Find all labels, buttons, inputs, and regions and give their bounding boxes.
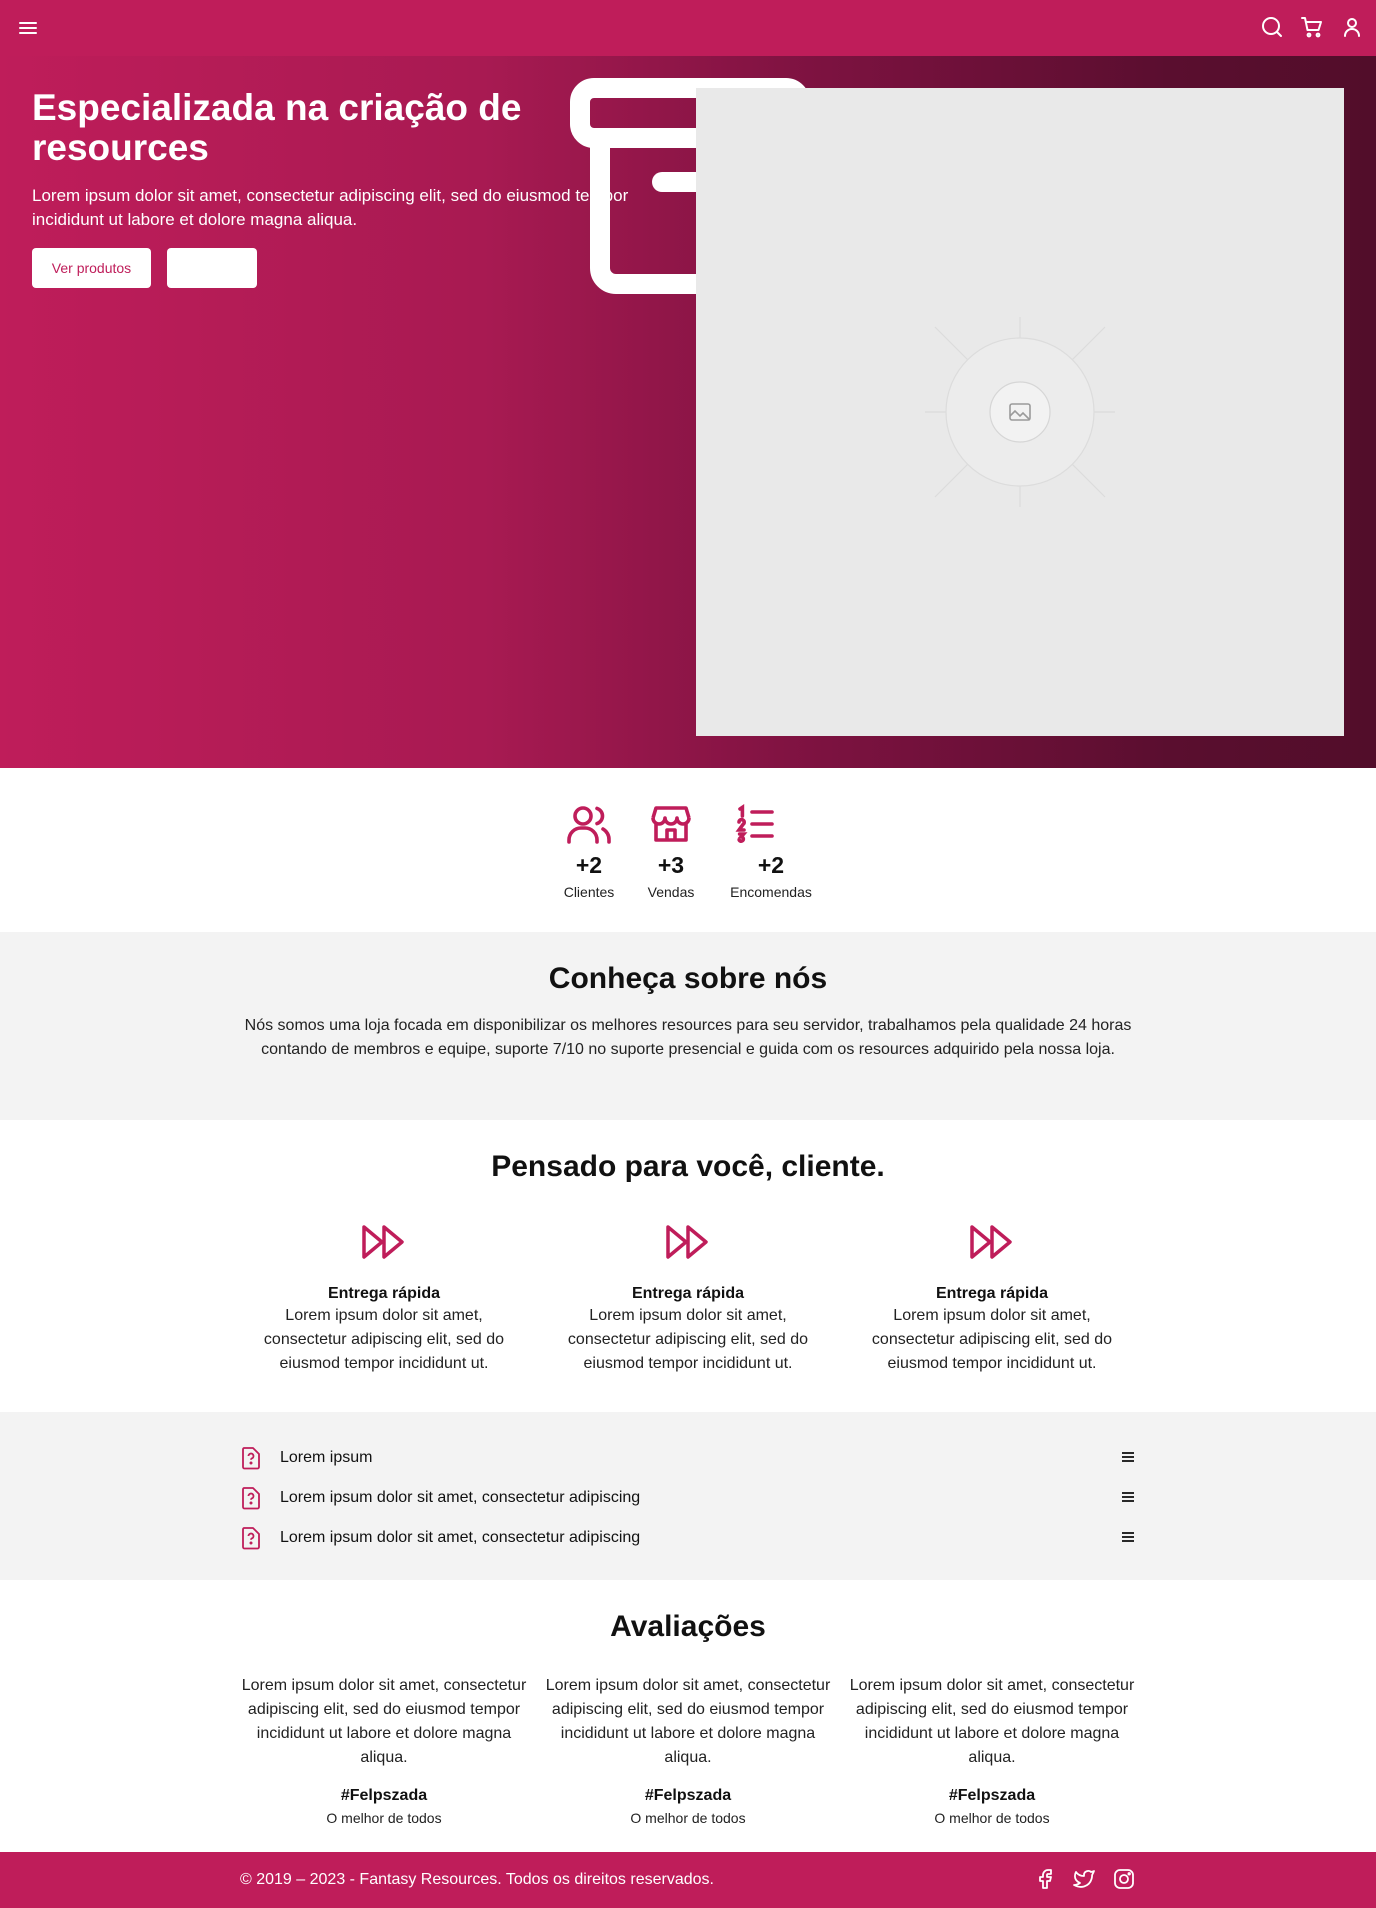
review-tagline: O melhor de todos: [326, 1810, 442, 1826]
feature-text: Lorem ipsum dolor sit amet, consectetur …: [263, 1307, 505, 1372]
review-card: Lorem ipsum dolor sit amet, consectetur …: [847, 1674, 1137, 1828]
menu-lines-icon[interactable]: [1120, 1448, 1136, 1466]
feature-text: Lorem ipsum dolor sit amet, consectetur …: [567, 1307, 809, 1372]
file-question-icon: [240, 1446, 262, 1470]
stat-value: +2: [575, 852, 603, 878]
features-section: Pensado para você, cliente. Entrega rápi…: [0, 1120, 1376, 1412]
stat-encomendas: +2 Encomendas: [722, 800, 820, 900]
facebook-icon[interactable]: [1032, 1866, 1056, 1892]
menu-lines-icon[interactable]: [1120, 1528, 1136, 1546]
feature-card: Entrega rápida Lorem ipsum dolor sit ame…: [548, 1222, 828, 1376]
twitter-icon[interactable]: [1072, 1866, 1096, 1892]
ordered-list-icon: [732, 800, 780, 848]
faq-item[interactable]: Lorem ipsum dolor sit amet, consectetur …: [240, 1482, 1136, 1512]
about-section: Conheça sobre nós Nós somos uma loja foc…: [0, 932, 1376, 1120]
review-author: #Felpszada: [644, 1787, 732, 1804]
reviews-section: Avaliações Lorem ipsum dolor sit amet, c…: [0, 1580, 1376, 1852]
feature-card: Entrega rápida Lorem ipsum dolor sit ame…: [244, 1222, 524, 1376]
faq-item[interactable]: Lorem ipsum: [240, 1442, 1136, 1472]
about-text: Nós somos uma loja focada em disponibili…: [244, 1017, 1132, 1058]
file-question-icon: [240, 1526, 262, 1550]
search-icon[interactable]: [1260, 14, 1284, 40]
stat-value: +3: [657, 852, 685, 878]
review-text: Lorem ipsum dolor sit amet, consectetur …: [545, 1677, 831, 1766]
cart-icon[interactable]: [1300, 14, 1324, 40]
stat-vendas: +3 Vendas: [639, 800, 703, 900]
footer: © 2019 – 2023 - Fantasy Resources. Todos…: [0, 1852, 1376, 1908]
copyright-text: © 2019 – 2023 - Fantasy Resources. Todos…: [240, 1871, 714, 1888]
feature-card: Entrega rápida Lorem ipsum dolor sit ame…: [852, 1222, 1132, 1376]
instagram-icon[interactable]: [1112, 1866, 1136, 1892]
feature-title: Entrega rápida: [935, 1285, 1049, 1302]
store-icon: [647, 800, 695, 848]
hero-section: Especializada na criação de resources Lo…: [0, 56, 1376, 768]
users-icon: [565, 800, 613, 848]
review-tagline: O melhor de todos: [934, 1810, 1050, 1826]
hamburger-icon[interactable]: [16, 16, 40, 40]
reviews-title: Avaliações: [610, 1610, 766, 1643]
faq-question: Lorem ipsum dolor sit amet, consectetur …: [280, 1529, 641, 1546]
about-title: Conheça sobre nós: [548, 962, 828, 995]
feature-text: Lorem ipsum dolor sit amet, consectetur …: [871, 1307, 1113, 1372]
fast-forward-icon: [968, 1222, 1016, 1262]
top-navbar: [0, 0, 1376, 56]
faq-question: Lorem ipsum dolor sit amet, consectetur …: [280, 1489, 641, 1506]
faq-question: Lorem ipsum: [280, 1449, 373, 1466]
view-products-button[interactable]: Ver produtos: [32, 248, 151, 288]
navbar-actions: [1260, 14, 1364, 40]
features-title: Pensado para você, cliente.: [491, 1150, 885, 1183]
stat-label: Vendas: [647, 884, 695, 900]
fast-forward-icon: [664, 1222, 712, 1262]
secondary-button[interactable]: [167, 248, 257, 288]
review-author: #Felpszada: [340, 1787, 428, 1804]
hero-image-placeholder: [696, 88, 1344, 736]
image-placeholder-icon: [925, 317, 1115, 507]
hero-title: Especializada na criação de resources: [32, 87, 522, 168]
review-card: Lorem ipsum dolor sit amet, consectetur …: [543, 1674, 833, 1828]
stat-clientes: +2 Clientes: [555, 800, 623, 900]
stat-value: +2: [757, 852, 785, 878]
file-question-icon: [240, 1486, 262, 1510]
review-author: #Felpszada: [948, 1787, 1036, 1804]
hero-description: Lorem ipsum dolor sit amet, consectetur …: [32, 186, 629, 229]
review-text: Lorem ipsum dolor sit amet, consectetur …: [849, 1677, 1135, 1766]
menu-lines-icon[interactable]: [1120, 1488, 1136, 1506]
review-tagline: O melhor de todos: [630, 1810, 746, 1826]
fast-forward-icon: [360, 1222, 408, 1262]
stat-label: Clientes: [563, 884, 615, 900]
stats-section: +2 Clientes +3 Vendas +2 Encomendas: [0, 768, 1376, 932]
faq-item[interactable]: Lorem ipsum dolor sit amet, consectetur …: [240, 1522, 1136, 1552]
stat-label: Encomendas: [730, 884, 812, 900]
social-links: [1032, 1866, 1136, 1892]
review-card: Lorem ipsum dolor sit amet, consectetur …: [239, 1674, 529, 1828]
feature-title: Entrega rápida: [327, 1285, 441, 1302]
review-text: Lorem ipsum dolor sit amet, consectetur …: [241, 1677, 527, 1766]
feature-title: Entrega rápida: [631, 1285, 745, 1302]
faq-section: Lorem ipsum Lorem ipsum dolor sit amet, …: [0, 1412, 1376, 1580]
user-icon[interactable]: [1340, 14, 1364, 40]
